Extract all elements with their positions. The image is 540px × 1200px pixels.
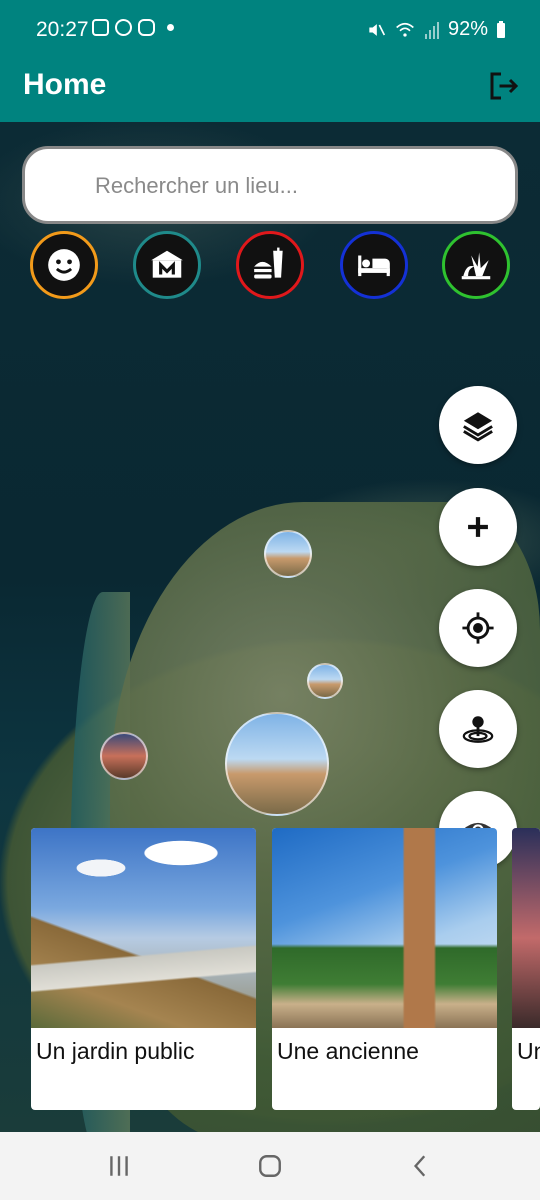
recent-apps-icon	[110, 1156, 128, 1176]
place-card[interactable]: Un jardin public	[31, 828, 256, 1110]
place-title: Un	[517, 1038, 540, 1064]
category-button-5[interactable]	[442, 231, 510, 299]
home-button[interactable]	[250, 1152, 290, 1180]
battery-text: 92%	[447, 18, 488, 40]
category-button-1[interactable]	[30, 231, 98, 299]
system-nav-bar	[0, 1132, 540, 1200]
logout-icon	[490, 72, 519, 100]
battery-icon	[497, 20, 505, 38]
radar-button[interactable]	[439, 690, 517, 768]
back-icon	[413, 1155, 426, 1177]
place-image	[512, 828, 540, 1028]
place-title: Une ancienne	[277, 1038, 419, 1064]
map-marker[interactable]	[307, 663, 343, 699]
layers-button[interactable]	[439, 386, 517, 464]
image-icon	[92, 19, 109, 36]
category-button-2[interactable]	[133, 231, 201, 299]
place-image	[31, 828, 256, 1028]
hotel-icon	[358, 255, 390, 277]
place-title: Un jardin public	[36, 1038, 195, 1064]
nature-icon	[461, 252, 491, 280]
cast-icon	[138, 19, 155, 36]
museum-icon	[151, 250, 183, 278]
status-right: 92%	[366, 18, 506, 41]
category-button-3[interactable]	[236, 231, 304, 299]
search-input[interactable]	[95, 169, 495, 203]
category-button-4[interactable]	[340, 231, 408, 299]
place-card[interactable]: Une ancienne	[272, 828, 497, 1110]
back-button[interactable]	[401, 1152, 441, 1180]
app-bar: Home	[0, 60, 540, 122]
map-marker[interactable]	[100, 732, 148, 780]
status-bar: 20:27 92%	[0, 0, 540, 60]
map-marker[interactable]	[264, 530, 312, 578]
zoom-in-button[interactable]	[439, 488, 517, 566]
my-location-icon	[462, 612, 494, 644]
map-marker[interactable]	[225, 712, 329, 816]
smiley-icon	[48, 249, 80, 281]
shield-icon	[115, 19, 132, 36]
mute-icon	[369, 23, 386, 36]
home-screen: 20:27 92% Home Rechercher un lieu... Un …	[0, 0, 540, 1200]
place-card[interactable]: Un	[512, 828, 540, 1110]
page-title: Home	[23, 68, 107, 101]
food-icon	[254, 247, 283, 279]
radar-icon	[462, 716, 494, 743]
place-image	[272, 828, 497, 1028]
search-bar	[22, 146, 518, 224]
signal-icon	[424, 21, 439, 39]
layers-icon	[463, 412, 493, 442]
dot-icon	[167, 24, 174, 31]
logout-button[interactable]	[486, 68, 522, 104]
zoom-in-icon	[468, 517, 488, 537]
notification-icons	[92, 19, 174, 36]
my-location-button[interactable]	[439, 589, 517, 667]
status-time: 20:27	[36, 18, 89, 41]
wifi-icon	[396, 22, 414, 37]
home-icon	[259, 1155, 281, 1177]
recent-apps-button[interactable]	[99, 1152, 139, 1180]
